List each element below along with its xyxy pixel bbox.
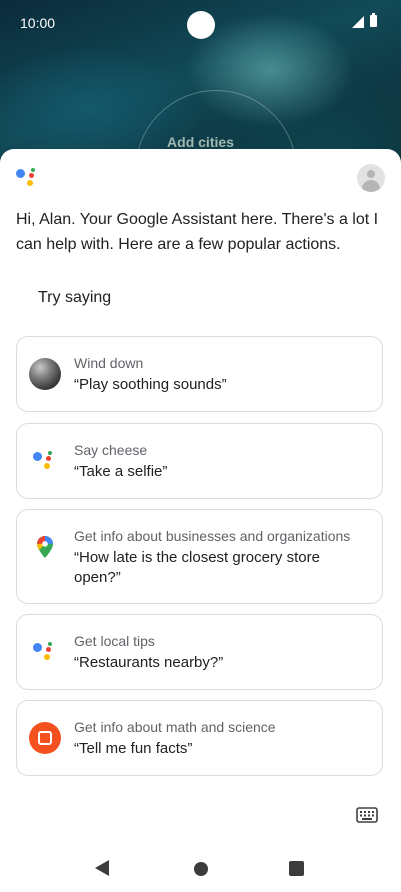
suggestion-category: Say cheese [74,442,148,458]
nav-recents-button[interactable] [289,861,304,876]
avatar-head [367,170,375,178]
suggestion-category: Get local tips [74,633,155,649]
suggestion-category: Wind down [74,355,144,371]
account-avatar-button[interactable] [357,164,385,192]
try-saying-heading: Try saying [38,289,112,306]
keyboard-icon[interactable] [356,807,378,823]
suggestion-phrase: “Play soothing sounds” [74,376,227,393]
battery-icon [370,13,377,27]
suggestion-card-local-tips[interactable]: Get local tips “Restaurants nearby?” [16,614,383,690]
assistant-icon [29,639,61,671]
nav-back-button[interactable] [95,860,109,876]
signal-icon [352,16,364,28]
suggestion-category: Get info about math and science [74,719,276,735]
sticker-icon [29,722,61,754]
assistant-icon [29,448,61,480]
suggestion-phrase: “Restaurants nearby?” [74,654,224,671]
assistant-greeting: Hi, Alan. Your Google Assistant here. Th… [16,211,379,253]
suggestion-card-wind-down[interactable]: Wind down “Play soothing sounds” [16,336,383,412]
assistant-sheet: Hi, Alan. Your Google Assistant here. Th… [0,149,401,892]
avatar-body [362,180,380,192]
suggestion-phrase: “Take a selfie” [74,463,168,480]
add-cities-label[interactable]: Add cities [0,134,401,150]
suggestion-phrase: “How late is the closest grocery store o… [74,549,320,586]
suggestion-card-math-science[interactable]: Get info about math and science “Tell me… [16,700,383,776]
suggestion-card-businesses[interactable]: Get info about businesses and organizati… [16,509,383,604]
suggestion-phrase: “Tell me fun facts” [74,740,193,757]
status-bar: 10:00 [0,0,401,46]
camera-cutout [187,11,215,39]
suggestion-category: Get info about businesses and organizati… [74,528,351,544]
assistant-logo-icon [16,167,40,191]
soothing-sounds-thumbnail-icon [29,358,61,390]
nav-home-button[interactable] [194,862,208,876]
suggestion-card-say-cheese[interactable]: Say cheese “Take a selfie” [16,423,383,499]
status-time: 10:00 [20,15,56,31]
maps-pin-icon [29,532,61,564]
